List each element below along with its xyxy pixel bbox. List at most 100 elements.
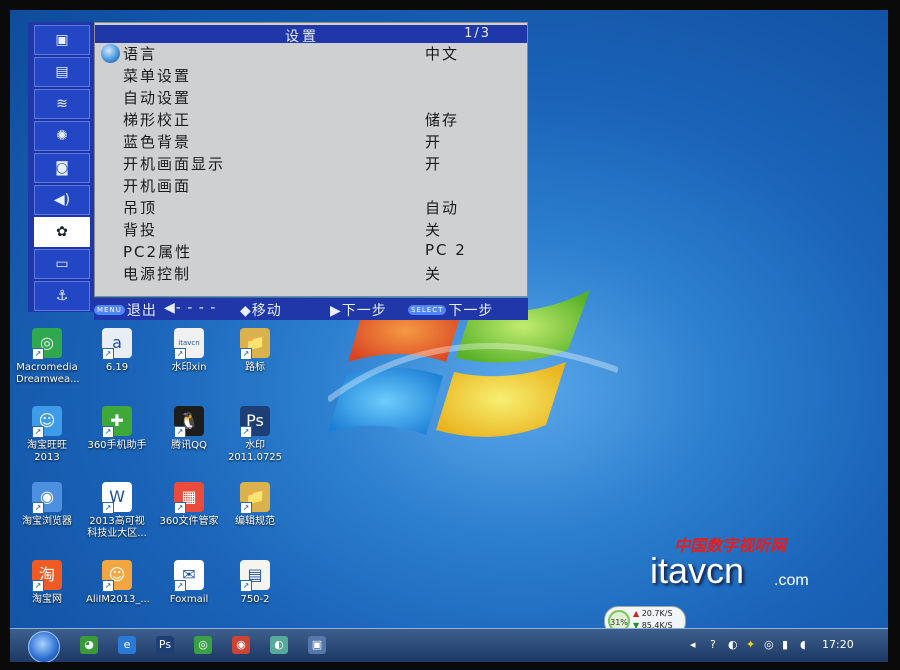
360-browser-icon[interactable]: ◕: [80, 636, 98, 654]
desktop-icon[interactable]: itavcn ↗ 水印xin: [158, 328, 220, 374]
osd-tab-gear-icon[interactable]: ✿: [34, 217, 90, 247]
desktop-icon-label: 6.19: [105, 362, 129, 373]
shortcut-arrow-icon: ↗: [102, 348, 114, 360]
osd-exit-hint[interactable]: MENU 退出: [94, 300, 157, 320]
taskbar-clock[interactable]: 17:20: [822, 638, 854, 651]
anchor-icon: ⚓: [55, 288, 69, 304]
window-icon[interactable]: ▣: [308, 636, 326, 654]
menu-button-icon: MENU: [94, 305, 125, 315]
osd-menu-row[interactable]: PC2属性 PC 2: [123, 241, 523, 263]
desktop-icon[interactable]: ☺ ↗ 淘宝旺旺 2013: [16, 406, 78, 464]
osd-menu-row[interactable]: 电源控制 关: [123, 263, 523, 285]
desktop-icon[interactable]: ▤ ↗ 750-2: [224, 560, 286, 606]
osd-menu-row[interactable]: 菜单设置: [123, 65, 523, 87]
osd-menu-label: 背投: [123, 221, 158, 239]
osd-category-sidebar: ▣ ▤ ≋ ✺ ◙ ◀) ✿ ▭ ⚓: [28, 22, 94, 312]
desktop-icon-label: 360文件管家: [159, 516, 219, 527]
osd-footer-bar: MENU 退出 ◀- - - - ◆移动 ▶下一步 SELECT 下一步: [94, 298, 528, 320]
brightness-icon: ✺: [56, 128, 68, 144]
360-safe-icon[interactable]: ◎: [194, 636, 212, 654]
desktop-icon[interactable]: ▦ ↗ 360文件管家: [158, 482, 220, 528]
select-next-hint[interactable]: SELECT 下一步: [408, 300, 493, 320]
desktop-icon[interactable]: ✚ ↗ 360手机助手: [86, 406, 148, 452]
desktop-icon-label: 水印 2011.0725: [227, 440, 283, 463]
desktop-icon[interactable]: ◎ ↗ Macromedia Dreamwea...: [16, 328, 80, 386]
osd-menu-row[interactable]: 吊顶 自动: [123, 197, 523, 219]
osd-tab-anchor-icon[interactable]: ⚓: [34, 281, 90, 311]
osd-menu-row[interactable]: 蓝色背景 开: [123, 131, 523, 153]
desktop-icon[interactable]: Ps ↗ 水印 2011.0725: [224, 406, 286, 464]
osd-menu-row[interactable]: 语言 中文: [123, 43, 523, 65]
photoshop-icon[interactable]: Ps: [156, 636, 174, 654]
osd-menu-value: PC 2: [425, 241, 467, 259]
shortcut-arrow-icon: ↗: [240, 348, 252, 360]
next-step-hint: ▶下一步: [330, 303, 387, 319]
tray-app-icon[interactable]: ◐: [728, 638, 738, 651]
desktop-icon[interactable]: ☺ ↗ AliIM2013_...: [86, 560, 150, 606]
osd-tab-waveform-icon[interactable]: ≋: [34, 89, 90, 119]
desktop-icon[interactable]: 🐧 ↗ 腾讯QQ: [158, 406, 220, 452]
osd-title-bar: 设置 1/3: [95, 25, 527, 45]
shortcut-arrow-icon: ↗: [174, 502, 186, 514]
osd-tab-speaker-icon[interactable]: ◀): [34, 185, 90, 215]
desktop-icon[interactable]: a ↗ 6.19: [86, 328, 148, 374]
osd-settings-panel: 设置 1/3 语言 中文 菜单设置 自动设置 梯形校正 储存 蓝色背景开开机画面显示开开机画…: [94, 22, 528, 297]
desktop-icon[interactable]: 📁 ↗ 编辑规范: [224, 482, 286, 528]
osd-menu-label: PC2属性: [123, 243, 193, 261]
shortcut-arrow-icon: ↗: [102, 580, 114, 592]
desktop-icon[interactable]: W ↗ 2013高可视 科技业大区...: [86, 482, 148, 540]
chrome-icon[interactable]: ◉: [232, 636, 250, 654]
desktop-icon-label: 腾讯QQ: [171, 440, 207, 451]
gear-icon: ✿: [56, 224, 68, 240]
osd-tab-image-icon[interactable]: ▣: [34, 25, 90, 55]
desktop-icon-label: 路标: [245, 362, 265, 373]
ie-icon[interactable]: e: [118, 636, 136, 654]
shortcut-arrow-icon: ↗: [32, 348, 44, 360]
network-icon[interactable]: ▮: [782, 638, 788, 651]
osd-menu-value: 储存: [425, 111, 460, 129]
shortcut-arrow-icon: ↗: [240, 426, 252, 438]
desktop-icon-label: 淘宝浏览器: [22, 516, 72, 527]
osd-menu-row[interactable]: 开机画面: [123, 175, 523, 197]
upload-speed: ▲ 20.7K/S: [633, 609, 673, 618]
tray-arrow-icon[interactable]: ◂: [690, 638, 696, 651]
osd-tab-projector-icon[interactable]: ◙: [34, 153, 90, 183]
osd-tab-display-icon[interactable]: ▤: [34, 57, 90, 87]
desktop-icon-label: Macromedia Dreamwea...: [16, 362, 80, 385]
shortcut-arrow-icon: ↗: [102, 426, 114, 438]
select-next-label: 下一步: [448, 303, 494, 319]
image-icon: ▣: [55, 32, 69, 48]
monitor-icon: ▭: [55, 256, 69, 272]
taskbar: ◕ e Ps ◎ ◉ ◐ ▣ ◂ ? ◐ ✦ ◎ ▮ ◖ 17:20: [10, 628, 888, 662]
waveform-icon: ≋: [56, 96, 68, 112]
shortcut-arrow-icon: ↗: [240, 502, 252, 514]
desktop-icon-label: 编辑规范: [235, 516, 275, 527]
desktop-icon[interactable]: ◉ ↗ 淘宝浏览器: [16, 482, 78, 528]
osd-menu-row[interactable]: 开机画面显示 开: [123, 153, 523, 175]
exit-label: 退出: [126, 303, 157, 319]
help-icon[interactable]: ?: [710, 638, 716, 651]
desktop-icon[interactable]: 📁 ↗ 路标: [224, 328, 286, 374]
desktop-icon[interactable]: 淘 ↗ 淘宝网: [16, 560, 78, 606]
osd-menu-row[interactable]: 自动设置: [123, 87, 523, 109]
tray-clip-icon[interactable]: ◎: [764, 638, 774, 651]
desktop-screen: ▣ ▤ ≋ ✺ ◙ ◀) ✿ ▭ ⚓ 设置 1/3 语言 中文 菜单设置 自动设置 梯形校正 储存 蓝色背景…: [10, 10, 888, 662]
watermark-itavcn: itavcn: [650, 550, 745, 591]
watermark-dotcom: .com: [774, 572, 809, 589]
tray-360-icon[interactable]: ✦: [746, 638, 755, 651]
shortcut-arrow-icon: ↗: [102, 502, 114, 514]
osd-menu-value: 关: [425, 265, 443, 283]
desktop-icon[interactable]: ✉ ↗ Foxmail: [158, 560, 220, 606]
shortcut-arrow-icon: ↗: [32, 502, 44, 514]
osd-tab-brightness-icon[interactable]: ✺: [34, 121, 90, 151]
shortcut-arrow-icon: ↗: [174, 426, 186, 438]
osd-menu-row[interactable]: 背投 关: [123, 219, 523, 241]
start-button[interactable]: [28, 631, 60, 662]
osd-menu-row[interactable]: 梯形校正 储存: [123, 109, 523, 131]
projector-icon: ◙: [55, 160, 69, 176]
osd-tab-monitor-icon[interactable]: ▭: [34, 249, 90, 279]
app-icon[interactable]: ◐: [270, 636, 288, 654]
move-hint: ◆移动: [240, 303, 282, 319]
volume-icon[interactable]: ◖: [800, 638, 806, 651]
shortcut-arrow-icon: ↗: [32, 426, 44, 438]
